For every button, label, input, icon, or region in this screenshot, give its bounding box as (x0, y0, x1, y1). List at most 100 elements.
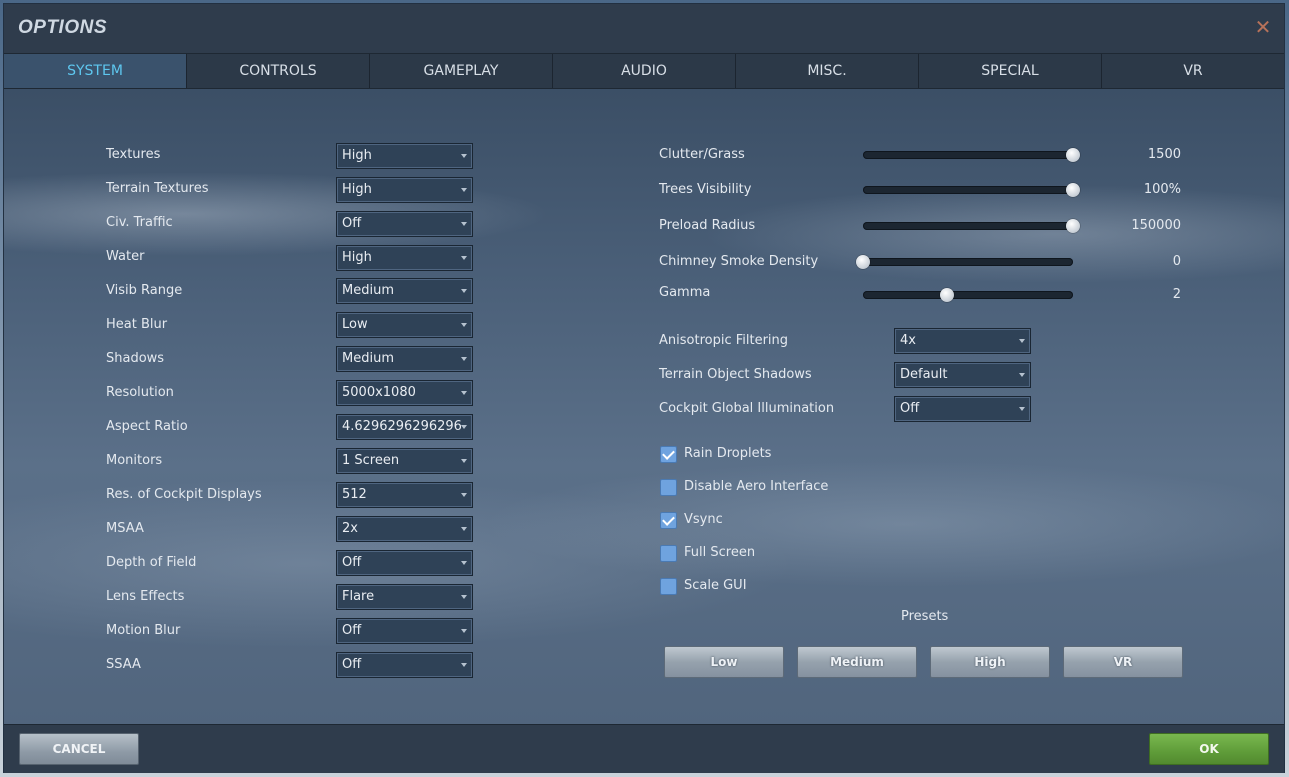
motion-blur-dropdown[interactable]: Off (336, 618, 473, 644)
vsync-checkbox[interactable] (660, 512, 677, 529)
chevron-down-icon (461, 357, 467, 361)
civ-traffic-dropdown[interactable]: Off (336, 211, 473, 237)
msaa-value: 2x (342, 521, 358, 536)
anisotropic-dropdown[interactable]: 4x (894, 328, 1031, 354)
chevron-down-icon (1019, 339, 1025, 343)
anisotropic-value: 4x (900, 333, 916, 348)
tab-audio[interactable]: AUDIO (553, 54, 736, 88)
preload-radius-slider[interactable] (863, 222, 1073, 230)
setting-label-monitors: Monitors (106, 453, 163, 468)
setting-label-visib-range: Visib Range (106, 283, 183, 298)
preset-low-button[interactable]: Low (664, 646, 784, 678)
setting-label-shadows: Shadows (106, 351, 165, 366)
visib-range-dropdown[interactable]: Medium (336, 278, 473, 304)
depth-of-field-value: Off (342, 555, 362, 570)
motion-blur-value: Off (342, 623, 362, 638)
heat-blur-dropdown[interactable]: Low (336, 312, 473, 338)
close-icon[interactable]: ✕ (1254, 17, 1272, 37)
preset-high-button[interactable]: High (930, 646, 1050, 678)
preset-vr-button[interactable]: VR (1063, 646, 1183, 678)
depth-of-field-dropdown[interactable]: Off (336, 550, 473, 576)
setting-label-motion-blur: Motion Blur (106, 623, 181, 638)
cockpit-illumination-value: Off (900, 401, 920, 416)
water-value: High (342, 250, 372, 265)
tab-controls[interactable]: CONTROLS (187, 54, 370, 88)
trees-visibility-slider-handle[interactable] (1066, 183, 1080, 197)
chevron-down-icon (461, 188, 467, 192)
presets-label: Presets (901, 609, 949, 624)
ok-button[interactable]: OK (1149, 733, 1269, 765)
cockpit-displays-value: 512 (342, 487, 367, 502)
setting-label-depth-of-field: Depth of Field (106, 555, 197, 570)
chevron-down-icon (461, 629, 467, 633)
cancel-button[interactable]: CANCEL (19, 733, 139, 765)
tab-system[interactable]: SYSTEM (4, 54, 187, 88)
lens-effects-value: Flare (342, 589, 375, 604)
tab-gameplay[interactable]: GAMEPLAY (370, 54, 553, 88)
disable-aero-label: Disable Aero Interface (684, 479, 829, 494)
setting-label-msaa: MSAA (106, 521, 144, 536)
scale-gui-checkbox[interactable] (660, 578, 677, 595)
setting-label-aspect-ratio: Aspect Ratio (106, 419, 188, 434)
slider-label-trees-visibility: Trees Visibility (659, 182, 752, 197)
gamma-slider-handle[interactable] (940, 288, 954, 302)
setting-label-heat-blur: Heat Blur (106, 317, 168, 332)
clutter-grass-slider[interactable] (863, 151, 1073, 159)
vsync-label: Vsync (684, 512, 723, 527)
setting-label-cockpit-illumination: Cockpit Global Illumination (659, 401, 835, 416)
slider-label-chimney-smoke: Chimney Smoke Density (659, 254, 819, 269)
chevron-down-icon (461, 561, 467, 565)
chimney-smoke-slider[interactable] (863, 258, 1073, 266)
resolution-dropdown[interactable]: 5000x1080 (336, 380, 473, 406)
chimney-smoke-slider-handle[interactable] (856, 255, 870, 269)
msaa-dropdown[interactable]: 2x (336, 516, 473, 542)
monitors-value: 1 Screen (342, 453, 400, 468)
checkmark-icon (662, 447, 675, 460)
aspect-ratio-dropdown[interactable]: 4.6296296296296 (336, 414, 473, 440)
terrain-textures-dropdown[interactable]: High (336, 177, 473, 203)
ssaa-dropdown[interactable]: Off (336, 652, 473, 678)
footer-bar: CANCEL OK (4, 724, 1284, 773)
tab-special[interactable]: SPECIAL (919, 54, 1102, 88)
full-screen-checkbox[interactable] (660, 545, 677, 562)
setting-label-textures: Textures (106, 147, 161, 162)
setting-label-civ-traffic: Civ. Traffic (106, 215, 173, 230)
preload-radius-slider-handle[interactable] (1066, 219, 1080, 233)
setting-label-terrain-object-shadows: Terrain Object Shadows (659, 367, 812, 382)
chevron-down-icon (461, 595, 467, 599)
slider-label-preload-radius: Preload Radius (659, 218, 756, 233)
water-dropdown[interactable]: High (336, 245, 473, 271)
resolution-value: 5000x1080 (342, 385, 416, 400)
setting-label-anisotropic: Anisotropic Filtering (659, 333, 789, 348)
setting-label-ssaa: SSAA (106, 657, 141, 672)
terrain-object-shadows-dropdown[interactable]: Default (894, 362, 1031, 388)
shadows-dropdown[interactable]: Medium (336, 346, 473, 372)
textures-dropdown[interactable]: High (336, 143, 473, 169)
gamma-value: 2 (1172, 287, 1181, 302)
chevron-down-icon (461, 289, 467, 293)
disable-aero-checkbox[interactable] (660, 479, 677, 496)
cockpit-illumination-dropdown[interactable]: Off (894, 396, 1031, 422)
terrain-object-shadows-value: Default (900, 367, 948, 382)
clutter-grass-slider-handle[interactable] (1066, 148, 1080, 162)
chevron-down-icon (461, 323, 467, 327)
shadows-value: Medium (342, 351, 394, 366)
lens-effects-dropdown[interactable]: Flare (336, 584, 473, 610)
cockpit-displays-dropdown[interactable]: 512 (336, 482, 473, 508)
preset-medium-button[interactable]: Medium (797, 646, 917, 678)
title-bar: OPTIONS ✕ (4, 4, 1284, 54)
gamma-slider[interactable] (863, 291, 1073, 299)
chevron-down-icon (461, 222, 467, 226)
aspect-ratio-value: 4.6296296296296 (342, 419, 462, 434)
tab-misc[interactable]: MISC. (736, 54, 919, 88)
trees-visibility-value: 100% (1143, 182, 1181, 197)
civ-traffic-value: Off (342, 216, 362, 231)
trees-visibility-slider[interactable] (863, 186, 1073, 194)
heat-blur-value: Low (342, 317, 368, 332)
rain-droplets-checkbox[interactable] (660, 446, 677, 463)
chevron-down-icon (461, 425, 467, 429)
chevron-down-icon (461, 459, 467, 463)
monitors-dropdown[interactable]: 1 Screen (336, 448, 473, 474)
tab-vr[interactable]: VR (1102, 54, 1284, 88)
chevron-down-icon (1019, 373, 1025, 377)
